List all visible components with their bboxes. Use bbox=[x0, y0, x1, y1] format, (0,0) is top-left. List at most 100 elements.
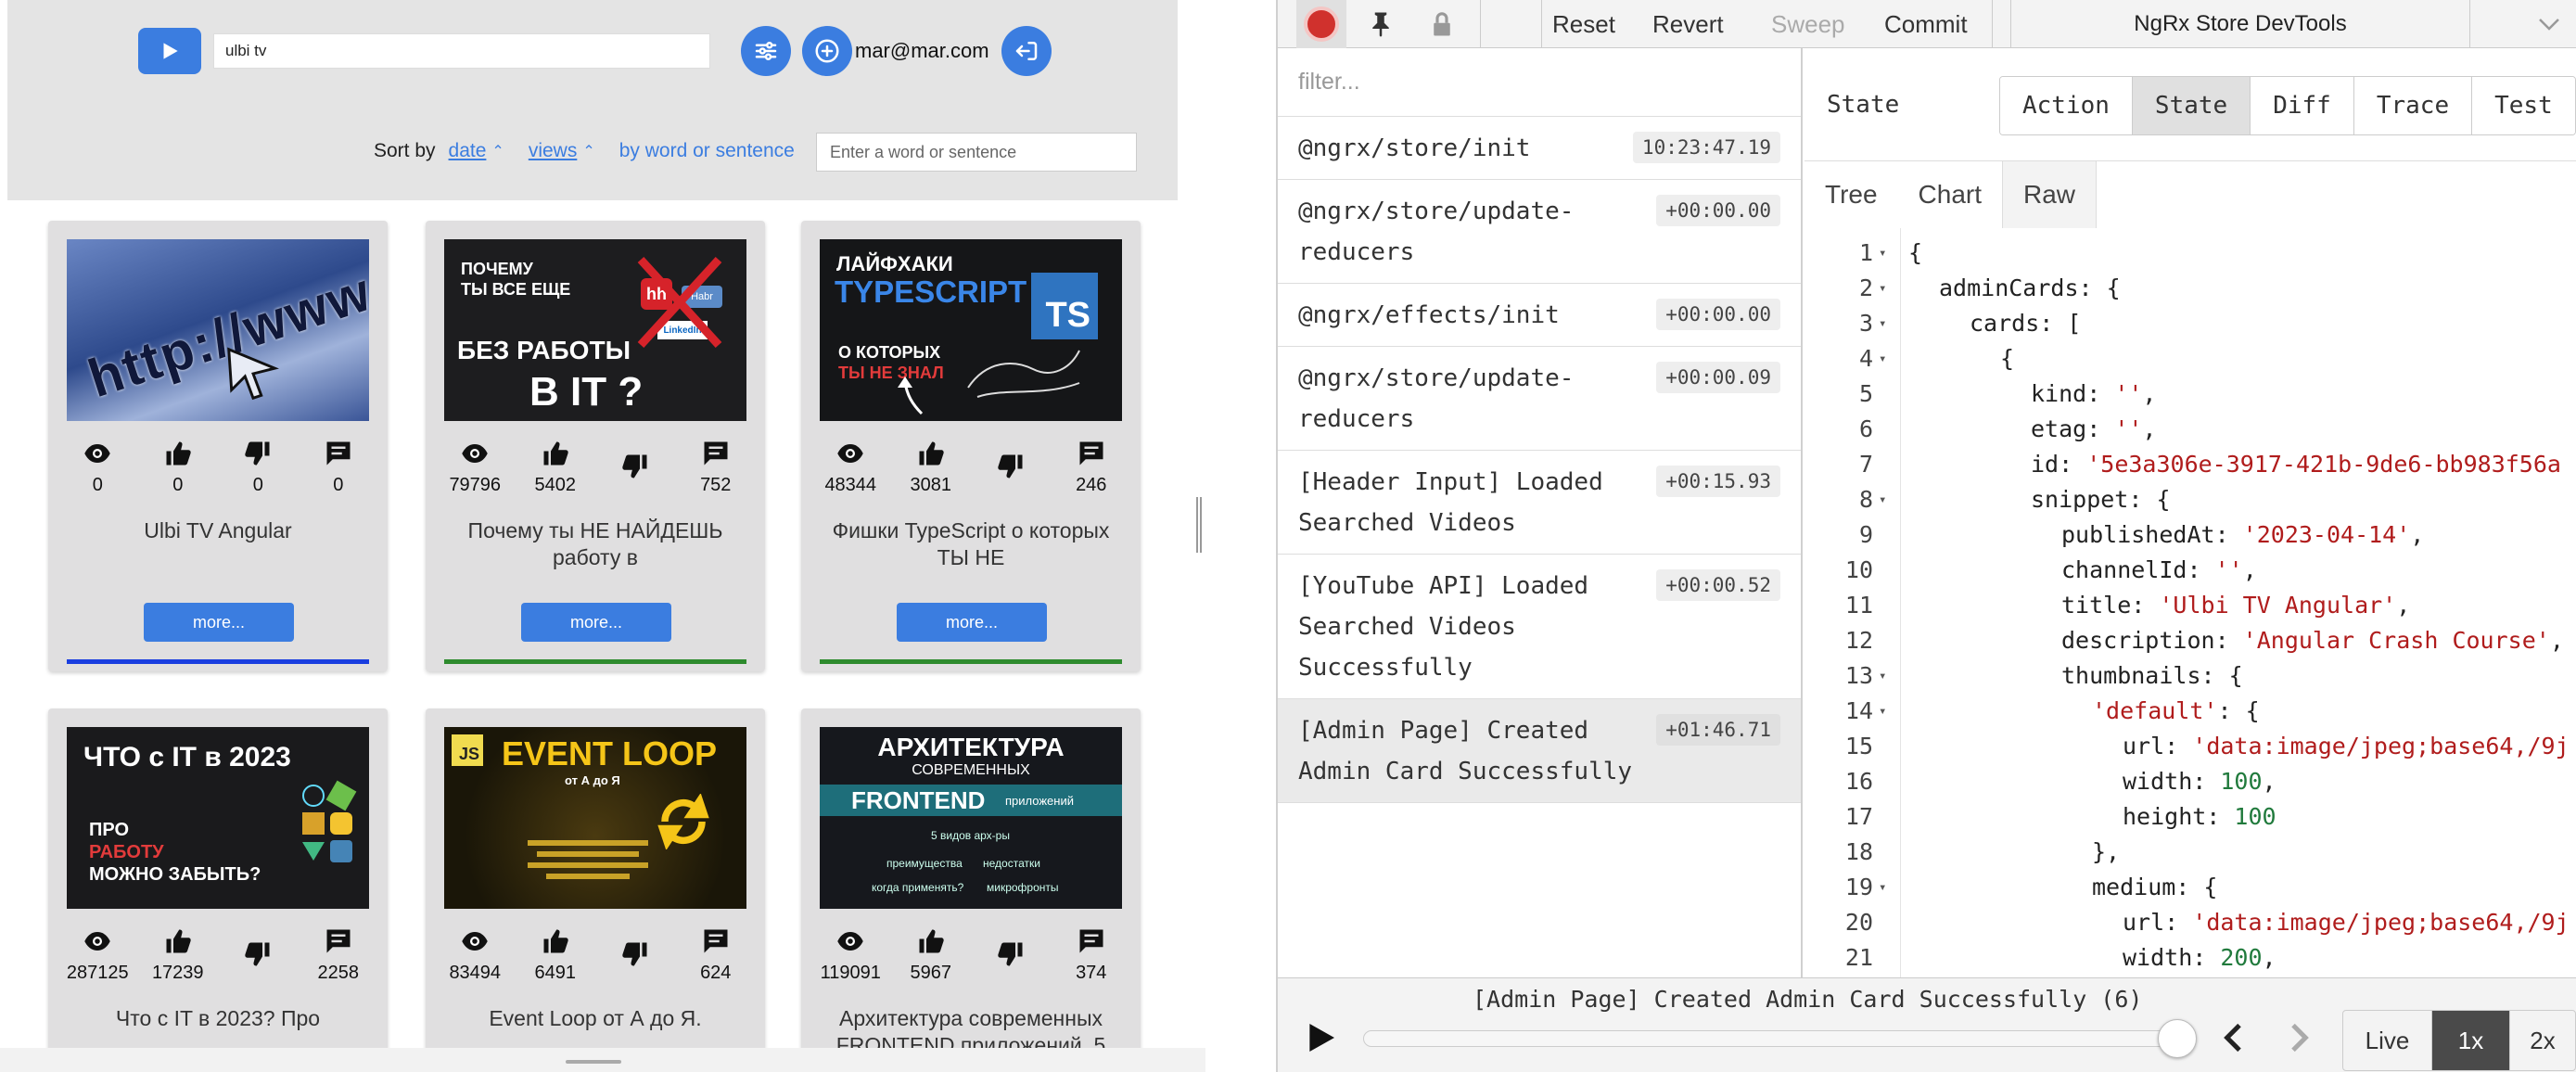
timeline-slider-thumb[interactable] bbox=[2158, 1019, 2197, 1058]
more-button[interactable]: more... bbox=[144, 603, 294, 642]
code-key: url: bbox=[2123, 909, 2193, 936]
code-line: 6 etag: '', bbox=[1804, 412, 2576, 447]
code-key: kind: bbox=[2031, 380, 2115, 407]
likes-stat[interactable]: 5402 bbox=[518, 440, 593, 510]
sort-by-views-link[interactable]: views bbox=[529, 140, 578, 162]
raw-state-editor[interactable]: 1 ▾{2 ▾ adminCards: {3 ▾ cards: [4 ▾{5 kind: ''… bbox=[1804, 228, 2576, 977]
timeline-slider[interactable] bbox=[1363, 1030, 2179, 1047]
likes-stat[interactable]: 6491 bbox=[518, 927, 593, 998]
speed-1x-button[interactable]: 1x bbox=[2432, 1011, 2510, 1070]
sort-by-date-link[interactable]: date bbox=[449, 140, 487, 162]
tab-test[interactable]: Test bbox=[2472, 77, 2575, 134]
video-thumbnail[interactable]: ЛАЙФХАКИ TYPESCRIPT TS О КОТОРЫХ ТЫ НЕ З… bbox=[820, 239, 1122, 421]
video-thumbnail[interactable]: http://www bbox=[67, 239, 369, 421]
code-text: medium: { bbox=[2092, 870, 2217, 905]
speed-live-button[interactable]: Live bbox=[2343, 1011, 2432, 1070]
subtab-chart[interactable]: Chart bbox=[1898, 161, 2002, 228]
chevron-right-icon[interactable] bbox=[2279, 1019, 2316, 1056]
fold-toggle-icon[interactable]: ▾ bbox=[1879, 271, 1886, 306]
sliders-icon bbox=[755, 42, 777, 60]
video-thumbnail[interactable]: АРХИТЕКТУРА СОВРЕМЕННЫХ FRONTEND приложе… bbox=[820, 727, 1122, 909]
lock-button[interactable] bbox=[1417, 0, 1467, 48]
comment-icon bbox=[704, 441, 728, 466]
more-button[interactable]: more... bbox=[521, 603, 671, 642]
fold-toggle-icon[interactable]: ▾ bbox=[1879, 870, 1886, 905]
dislikes-stat[interactable] bbox=[221, 927, 295, 998]
line-number: 13 bbox=[1844, 662, 1873, 689]
ngrx-devtools-panel: Reset Revert Sweep Commit NgRx Store Dev… bbox=[1276, 0, 2576, 1072]
subtab-raw[interactable]: Raw bbox=[2002, 161, 2098, 228]
video-stats: 119091 5967 374 bbox=[810, 927, 1131, 998]
action-item[interactable]: @ngrx/store/init 10:23:47.19 bbox=[1278, 117, 1801, 180]
video-thumbnail[interactable]: JS EVENT LOOP от А до Я bbox=[444, 727, 746, 909]
video-thumbnail[interactable]: ПОЧЕМУ ТЫ ВСЕ ЕЩЕ БЕЗ РАБОТЫ В IT ? hh H… bbox=[444, 239, 746, 421]
action-item-selected[interactable]: [Admin Page] Created Admin Card Successf… bbox=[1278, 699, 1801, 803]
thumbs-up-icon bbox=[166, 929, 191, 953]
likes-stat[interactable]: 17239 bbox=[141, 927, 215, 998]
likes-stat[interactable]: 0 bbox=[141, 440, 215, 497]
sweep-button[interactable]: Sweep bbox=[1771, 0, 1845, 48]
tab-state[interactable]: State bbox=[2132, 77, 2251, 134]
likes-stat[interactable]: 5967 bbox=[894, 927, 968, 998]
word-filter-input[interactable] bbox=[816, 133, 1137, 172]
code-punct: , bbox=[2262, 768, 2276, 795]
code-value: '5e3a306e-3917-421b-9de6-bb983f56a bbox=[2086, 451, 2561, 478]
tab-action[interactable]: Action bbox=[2000, 77, 2133, 134]
video-stats: 83494 6491 624 bbox=[435, 927, 756, 998]
action-item[interactable]: @ngrx/store/update-reducers +00:00.00 bbox=[1278, 180, 1801, 284]
fold-toggle-icon[interactable]: ▾ bbox=[1879, 341, 1886, 376]
reset-button[interactable]: Reset bbox=[1552, 0, 1615, 48]
revert-button[interactable]: Revert bbox=[1652, 0, 1724, 48]
more-button[interactable]: more... bbox=[897, 603, 1047, 642]
fold-toggle-icon[interactable]: ▾ bbox=[1879, 694, 1886, 729]
play-icon[interactable] bbox=[1302, 1019, 1339, 1056]
code-text: description: 'Angular Crash Course', bbox=[2061, 623, 2564, 658]
tab-diff[interactable]: Diff bbox=[2251, 77, 2354, 134]
dislikes-count: 0 bbox=[252, 475, 263, 495]
speed-2x-button[interactable]: 2x bbox=[2510, 1011, 2575, 1070]
pin-button[interactable] bbox=[1356, 0, 1406, 48]
dislikes-stat[interactable] bbox=[974, 927, 1048, 998]
youtube-logo-button[interactable] bbox=[138, 28, 201, 74]
line-number: 5 bbox=[1858, 380, 1873, 407]
filters-toggle-button[interactable] bbox=[741, 26, 791, 76]
dislikes-stat[interactable] bbox=[598, 927, 672, 998]
record-button[interactable] bbox=[1296, 0, 1346, 48]
video-thumbnail[interactable]: ЧТО с IT в 2023 ПРО РАБОТУ МОЖНО ЗАБЫТЬ? bbox=[67, 727, 369, 909]
thumbnail-text: микрофронты bbox=[987, 881, 1059, 894]
views-stat: 79796 bbox=[438, 440, 512, 510]
dislikes-stat[interactable]: 0 bbox=[221, 440, 295, 497]
thumbnail-text: БЕЗ РАБОТЫ bbox=[457, 336, 631, 365]
fold-toggle-icon[interactable]: ▾ bbox=[1879, 482, 1886, 517]
action-item[interactable]: [Header Input] Loaded Searched Videos +0… bbox=[1278, 451, 1801, 555]
dislikes-stat[interactable] bbox=[974, 440, 1048, 510]
action-item[interactable]: @ngrx/effects/init +00:00.00 bbox=[1278, 284, 1801, 347]
add-card-button[interactable] bbox=[802, 26, 852, 76]
tab-trace[interactable]: Trace bbox=[2353, 77, 2473, 134]
video-title: Что с IT в 2023? Про bbox=[115, 1006, 321, 1030]
fold-toggle-icon[interactable]: ▾ bbox=[1879, 306, 1886, 341]
search-input[interactable] bbox=[213, 33, 710, 69]
code-key: adminCards: { bbox=[1939, 274, 2121, 301]
code-key: channelId: bbox=[2061, 556, 2215, 583]
dislikes-stat[interactable] bbox=[598, 440, 672, 510]
thumbs-down-icon bbox=[245, 942, 270, 966]
sort-by-word-link[interactable]: by word or sentence bbox=[619, 140, 795, 162]
action-filter-input[interactable]: filter... bbox=[1278, 48, 1801, 117]
chevron-left-icon[interactable] bbox=[2216, 1019, 2253, 1056]
action-item[interactable]: @ngrx/store/update-reducers +00:00.09 bbox=[1278, 347, 1801, 451]
current-action-label: [Admin Page] Created Admin Card Successf… bbox=[1473, 986, 2143, 1013]
instance-dropdown-button[interactable] bbox=[2520, 0, 2576, 48]
pane-splitter-handle[interactable] bbox=[1196, 497, 1202, 553]
subtab-tree[interactable]: Tree bbox=[1804, 161, 1898, 228]
fold-toggle-icon[interactable]: ▾ bbox=[1879, 236, 1886, 271]
logout-button[interactable] bbox=[1001, 26, 1052, 76]
line-number: 14 bbox=[1844, 697, 1873, 724]
devtools-instance-selector[interactable]: NgRx Store DevTools bbox=[2010, 0, 2470, 48]
likes-stat[interactable]: 3081 bbox=[894, 440, 968, 510]
commit-button[interactable]: Commit bbox=[1884, 0, 1968, 48]
fold-toggle-icon[interactable]: ▾ bbox=[1879, 658, 1886, 694]
action-item[interactable]: [YouTube API] Loaded Searched Videos Suc… bbox=[1278, 555, 1801, 699]
code-text: width: 200, bbox=[2123, 940, 2276, 976]
horizontal-resize-handle[interactable] bbox=[566, 1060, 621, 1064]
